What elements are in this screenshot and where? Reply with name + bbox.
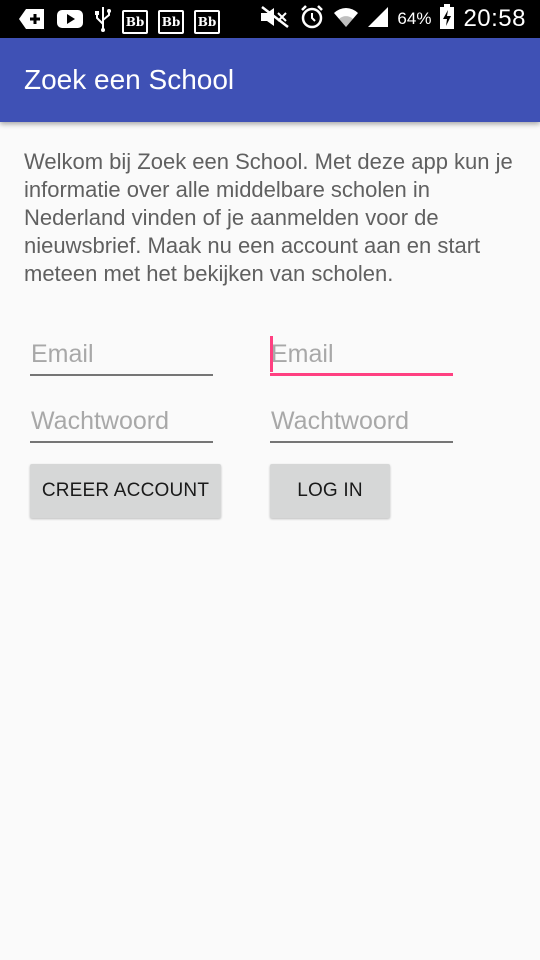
text-cursor — [270, 336, 273, 372]
status-clock: 20:58 — [463, 5, 526, 32]
register-password-input[interactable] — [30, 403, 213, 439]
login-email-field[interactable] — [270, 336, 453, 376]
wifi-icon — [333, 5, 359, 34]
register-password-field[interactable] — [30, 403, 213, 443]
bb-icon: Bb — [122, 9, 148, 34]
youtube-icon — [56, 7, 84, 36]
register-email-field[interactable] — [30, 336, 213, 376]
add-box-icon — [18, 7, 46, 36]
app-bar: Zoek een School — [0, 38, 540, 122]
battery-icon — [439, 3, 455, 35]
intro-text: Welkom bij Zoek een School. Met deze app… — [24, 149, 513, 286]
login-password-field[interactable] — [270, 403, 453, 443]
login-email-input[interactable] — [270, 336, 453, 372]
alarm-icon — [299, 4, 325, 35]
bb-icon: Bb — [194, 9, 220, 34]
create-account-button[interactable]: CREER ACCOUNT — [30, 464, 221, 518]
status-bar-notifications: Bb Bb Bb — [18, 6, 220, 37]
usb-icon — [94, 6, 112, 37]
mute-icon — [259, 5, 291, 34]
status-bar-system: 64% 20:58 — [259, 0, 526, 38]
battery-percent: 64% — [397, 9, 432, 28]
login-button[interactable]: LOG IN — [270, 464, 390, 518]
bb-icon: Bb — [158, 9, 184, 34]
status-bar: Bb Bb Bb 64% 20:58 — [0, 0, 540, 38]
login-password-input[interactable] — [270, 403, 453, 439]
register-email-input[interactable] — [30, 336, 213, 372]
app-title: Zoek een School — [24, 64, 235, 95]
signal-icon — [367, 6, 389, 33]
